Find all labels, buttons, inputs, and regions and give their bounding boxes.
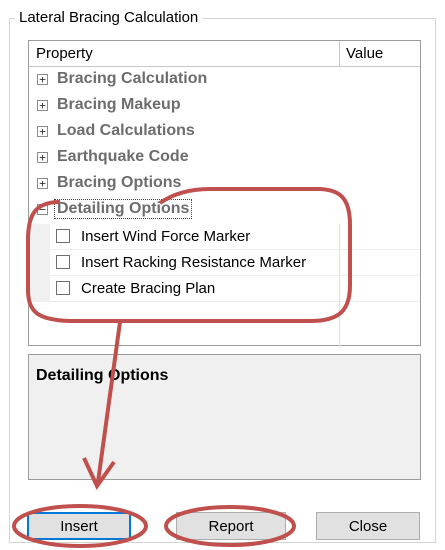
column-divider[interactable] [339,41,340,67]
description-panel: Detailing Options [28,354,421,480]
expand-icon[interactable]: + [37,74,48,85]
value-column-header[interactable]: Value [346,45,383,62]
property-column-header[interactable]: Property [36,45,93,62]
property-row-create-bracing-plan[interactable]: Create Bracing Plan [29,276,420,302]
category-label[interactable]: Earthquake Code [57,148,189,166]
group-title: Lateral Bracing Calculation [15,9,203,26]
value-cell[interactable] [339,250,340,276]
value-column-divider [339,301,340,346]
category-bracing-makeup[interactable]: + Bracing Makeup [29,94,420,120]
collapse-icon[interactable]: − [37,204,48,215]
property-label: Create Bracing Plan [81,280,216,297]
expand-icon[interactable]: + [37,152,48,163]
property-row-wind-force-marker[interactable]: Insert Wind Force Marker [29,224,420,250]
property-row-racking-resistance-marker[interactable]: Insert Racking Resistance Marker [29,250,420,276]
category-label[interactable]: Bracing Makeup [57,96,181,114]
category-label[interactable]: Bracing Calculation [57,70,207,88]
description-title: Detailing Options [36,367,169,384]
category-load-calculations[interactable]: + Load Calculations [29,120,420,146]
category-bracing-calculation[interactable]: + Bracing Calculation [29,68,420,94]
racking-resistance-marker-checkbox[interactable] [56,255,70,269]
close-button[interactable]: Close [316,512,420,540]
category-label[interactable]: Bracing Options [57,174,181,192]
create-bracing-plan-checkbox[interactable] [56,281,70,295]
category-bracing-options[interactable]: + Bracing Options [29,172,420,198]
value-cell[interactable] [339,276,340,302]
category-detailing-options[interactable]: − Detailing Options [29,198,420,224]
category-label[interactable]: Load Calculations [57,122,195,140]
wind-force-marker-checkbox[interactable] [56,229,70,243]
report-button[interactable]: Report [176,512,286,540]
category-earthquake-code[interactable]: + Earthquake Code [29,146,420,172]
value-cell[interactable] [339,224,340,250]
category-label-selected[interactable]: Detailing Options [54,199,193,219]
expand-icon[interactable]: + [37,126,48,137]
insert-button[interactable]: Insert [27,512,131,540]
expand-icon[interactable]: + [37,100,48,111]
property-label: Insert Wind Force Marker [81,228,251,245]
grid-header: Property Value [29,41,420,67]
expand-icon[interactable]: + [37,178,48,189]
property-label: Insert Racking Resistance Marker [81,254,307,271]
property-grid[interactable]: Property Value + Bracing Calculation + B… [28,40,421,346]
